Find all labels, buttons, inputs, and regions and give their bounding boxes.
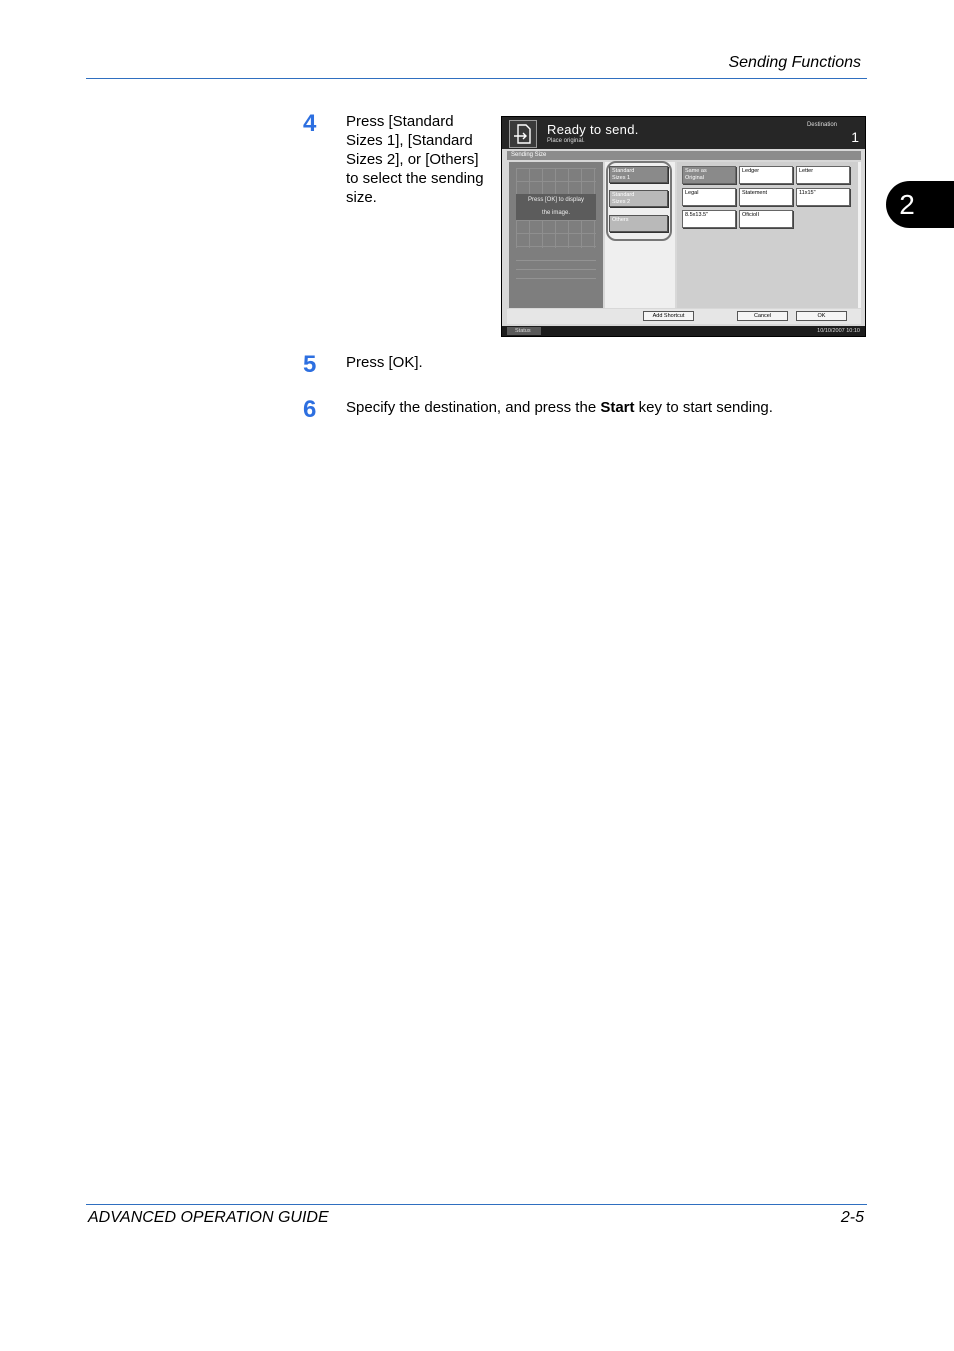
- preview-divider: [516, 260, 596, 261]
- size-label: Letter: [799, 168, 814, 174]
- chapter-tab: 2: [886, 181, 954, 228]
- size-11x15-button[interactable]: 11x15": [796, 188, 850, 206]
- header-rule: [86, 78, 867, 79]
- step-6-text: Specify the destination, and press the S…: [346, 398, 773, 417]
- destination-count: 1: [851, 129, 859, 145]
- step-number-4: 4: [303, 110, 317, 137]
- step-number-5: 5: [303, 351, 317, 378]
- size-label: 11x15": [799, 190, 816, 196]
- size-letter-button[interactable]: Letter: [796, 166, 850, 184]
- screen-action-bar: Add Shortcut Cancel OK: [507, 309, 861, 324]
- step-5-text: Press [OK].: [346, 354, 423, 371]
- size-same-as-original-button[interactable]: Same as Original: [682, 166, 736, 184]
- start-key-label: Start: [600, 399, 635, 416]
- status-datetime: 10/10/2007 10:10: [817, 328, 860, 334]
- send-document-icon: [509, 120, 537, 148]
- step-4-line: Sizes 1], [Standard: [346, 132, 473, 149]
- size-label: 8.5x13.5": [685, 212, 709, 218]
- preview-divider: [516, 278, 596, 279]
- destination-label: Destination: [806, 122, 837, 128]
- cancel-button[interactable]: Cancel: [737, 311, 788, 321]
- step-4-line: size.: [346, 189, 377, 206]
- panel-scrollbar: [858, 162, 861, 308]
- highlight-oval: [606, 161, 672, 241]
- preview-message-line: the image.: [541, 210, 571, 216]
- preview-area: Press [OK] to display the image.: [509, 162, 603, 308]
- screen-status-bar: Status 10/10/2007 10:10: [502, 326, 865, 336]
- size-label: Original: [685, 175, 704, 181]
- preview-message: Press [OK] to display the image.: [516, 194, 596, 220]
- size-legal-button[interactable]: Legal: [682, 188, 736, 206]
- step-6-text-before: Specify the destination, and press the: [346, 399, 601, 416]
- footer-guide-title: ADVANCED OPERATION GUIDE: [88, 1209, 329, 1226]
- step-4-line: to select the sending: [346, 170, 484, 187]
- step-4-text: Press [Standard Sizes 1], [Standard Size…: [346, 112, 484, 207]
- sending-size-label: Sending Size: [507, 151, 861, 160]
- add-shortcut-button[interactable]: Add Shortcut: [643, 311, 694, 321]
- preview-message-line: Press [OK] to display: [527, 197, 585, 203]
- size-statement-button[interactable]: Statement: [739, 188, 793, 206]
- step-number-6: 6: [303, 396, 317, 423]
- step-6-text-after: key to start sending.: [634, 399, 773, 416]
- screen-status-header: Ready to send. Place original. Destinati…: [502, 117, 865, 149]
- size-label: OficioII: [742, 212, 760, 218]
- size-label: Same as: [685, 168, 707, 174]
- size-ledger-button[interactable]: Ledger: [739, 166, 793, 184]
- size-label: Ledger: [742, 168, 760, 174]
- header-section-title: Sending Functions: [728, 54, 861, 71]
- footer-page-number: 2-5: [840, 1209, 864, 1226]
- screen-place-original: Place original.: [547, 138, 585, 144]
- operation-panel-screenshot: Ready to send. Place original. Destinati…: [501, 116, 866, 337]
- size-oficio-ii-button[interactable]: OficioII: [739, 210, 793, 228]
- step-4-line: Press [Standard: [346, 113, 454, 130]
- step-4-line: Sizes 2], or [Others]: [346, 151, 479, 168]
- footer-rule: [86, 1204, 867, 1205]
- preview-divider: [516, 269, 596, 270]
- status-button[interactable]: Status: [507, 327, 541, 335]
- size-label: Statement: [742, 190, 768, 196]
- chapter-number: 2: [899, 189, 915, 220]
- size-8-5x13-5-button[interactable]: 8.5x13.5": [682, 210, 736, 228]
- size-label: Legal: [685, 190, 699, 196]
- screen-ready-message: Ready to send.: [547, 122, 639, 137]
- ok-button[interactable]: OK: [796, 311, 847, 321]
